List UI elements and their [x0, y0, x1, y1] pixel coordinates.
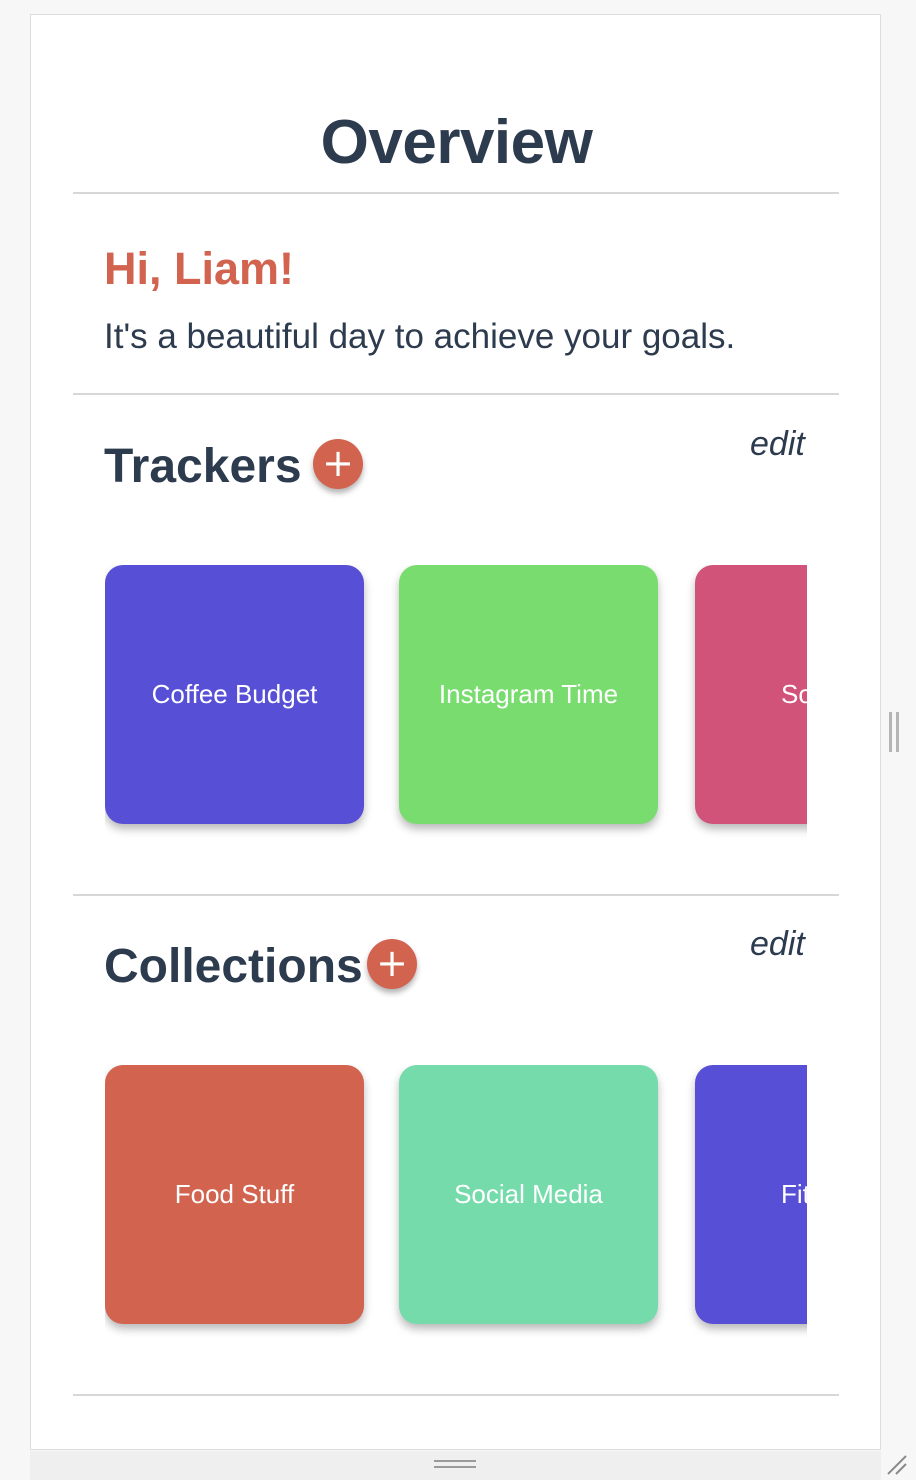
tracker-card[interactable]: So: [695, 565, 807, 824]
collections-title: Collections: [104, 940, 363, 993]
divider: [73, 1394, 839, 1396]
collection-card[interactable]: Fit: [695, 1065, 807, 1324]
resize-corner-icon[interactable]: [884, 1452, 908, 1476]
greeting-subtitle: It's a beautiful day to achieve your goa…: [104, 317, 736, 356]
collection-card[interactable]: Social Media: [399, 1065, 658, 1324]
collection-card-label: Fit: [781, 1179, 807, 1209]
add-collection-button[interactable]: +: [367, 939, 417, 989]
greeting-title: Hi, Liam!: [104, 243, 295, 294]
tracker-card-label: Instagram Time: [438, 679, 619, 709]
edit-collections-link[interactable]: edit: [750, 925, 805, 964]
trackers-carousel[interactable]: Coffee Budget Instagram Time So: [105, 565, 807, 845]
collection-card-label: Food Stuff: [174, 1179, 295, 1209]
tracker-card[interactable]: Instagram Time: [399, 565, 658, 824]
divider: [73, 393, 839, 395]
collection-card[interactable]: Food Stuff: [105, 1065, 364, 1324]
resize-handle-bottom[interactable]: [434, 1460, 476, 1470]
collections-carousel[interactable]: Food Stuff Social Media Fit: [105, 1065, 807, 1345]
page-title: Overview: [320, 108, 593, 177]
plus-icon: +: [376, 941, 408, 985]
divider: [73, 192, 839, 194]
tracker-card-label: So: [781, 679, 807, 709]
resize-handle-right[interactable]: [889, 712, 901, 752]
tracker-card[interactable]: Coffee Budget: [105, 565, 364, 824]
app-frame: Overview Hi, Liam! It's a beautiful day …: [30, 14, 881, 1450]
tracker-card-label: Coffee Budget: [151, 679, 318, 709]
collection-card-label: Social Media: [454, 1179, 603, 1209]
trackers-title: Trackers: [104, 440, 302, 493]
edit-trackers-link[interactable]: edit: [750, 425, 805, 464]
plus-icon: +: [322, 441, 354, 485]
add-tracker-button[interactable]: +: [313, 439, 363, 489]
divider: [73, 894, 839, 896]
